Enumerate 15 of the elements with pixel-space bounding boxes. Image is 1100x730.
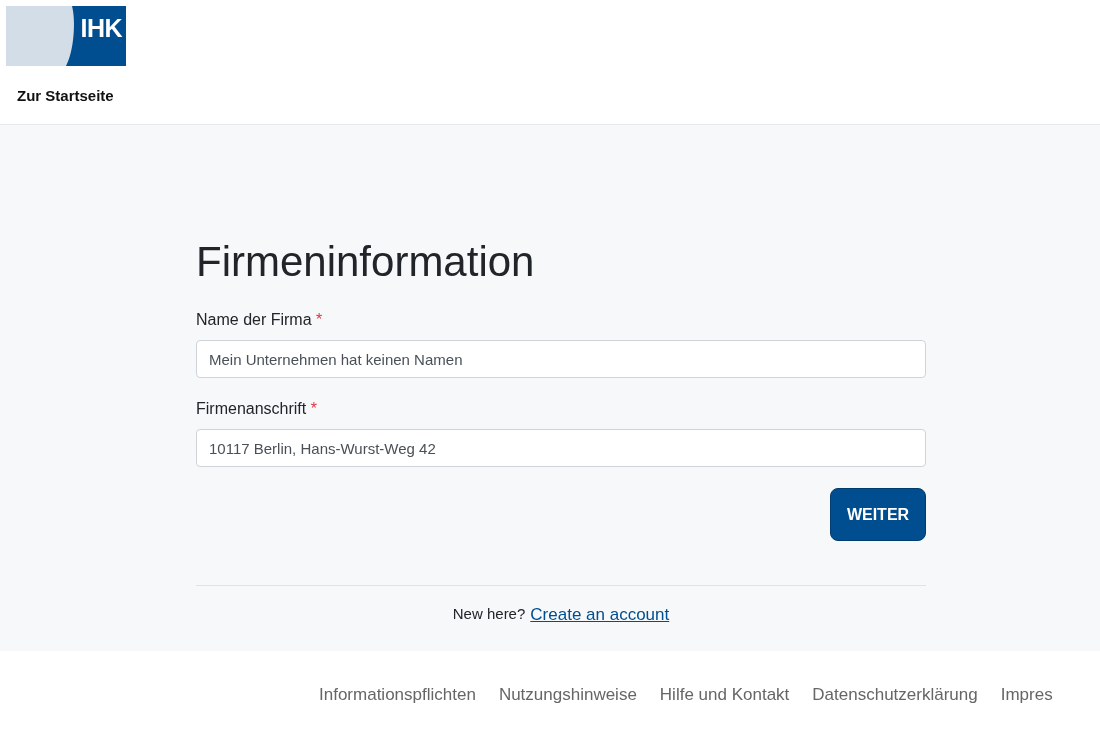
home-link[interactable]: Zur Startseite	[17, 87, 114, 104]
logo[interactable]: IHK	[6, 6, 126, 66]
create-account-link[interactable]: Create an account	[530, 605, 670, 626]
input-field[interactable]: Mein Unternehmen hat keinen Namen	[196, 340, 926, 379]
signup-prompt: New here?	[452, 605, 526, 625]
footer-link[interactable]: Nutzungshinweise	[498, 685, 637, 705]
footer-link[interactable]: Informationspflichten	[319, 685, 476, 705]
continue-button[interactable]: WEITER	[830, 488, 926, 542]
footer-link[interactable]: Datenschutzerklärung	[812, 685, 978, 705]
field-label: Firmenanschrift *	[196, 400, 317, 419]
footer-link[interactable]: Hilfe und Kontakt	[659, 685, 790, 705]
field-label: Name der Firma *	[196, 311, 323, 330]
footer-link[interactable]: Impres	[1000, 685, 1053, 705]
input-field[interactable]: 10117 Berlin, Hans-Wurst-Weg 42	[196, 429, 926, 468]
page-title: Firmeninformation	[196, 237, 536, 287]
